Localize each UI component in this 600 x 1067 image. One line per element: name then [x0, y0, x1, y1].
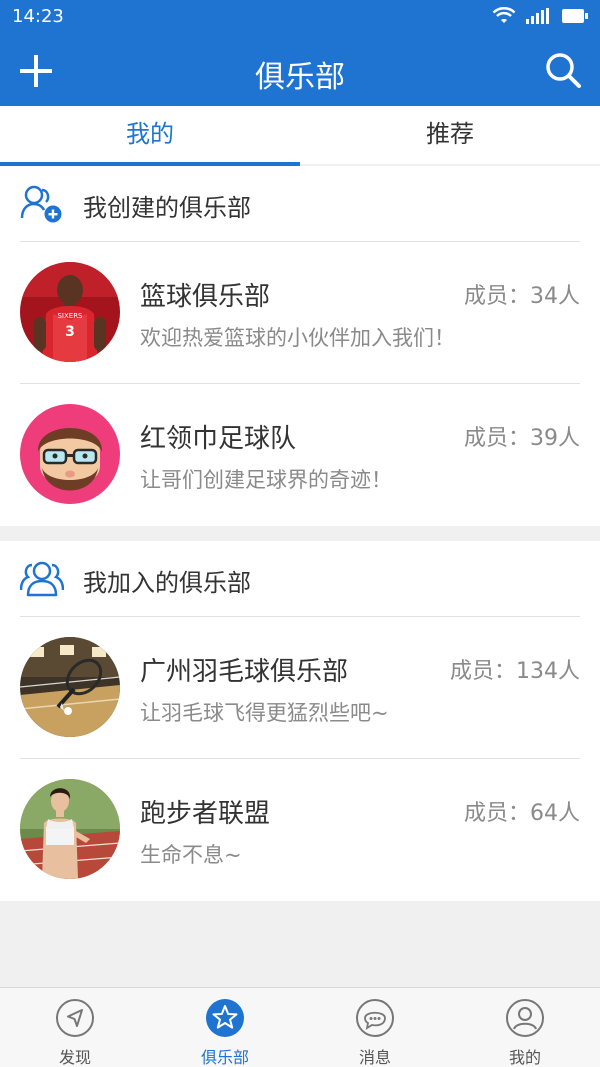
member-count: 成员：34人: [464, 284, 580, 309]
section-title: 我创建的俱乐部: [83, 194, 251, 222]
member-count: 成员：39人: [464, 426, 580, 451]
club-description: 让羽毛球飞得更猛烈些吧~: [140, 701, 389, 725]
battery-icon: [562, 9, 588, 23]
club-item[interactable]: 红领巾足球队 成员：39人 让哥们创建足球界的奇迹！: [20, 384, 580, 526]
tab-bar: 我的 推荐: [0, 106, 600, 166]
status-bar: 14:23: [0, 0, 600, 34]
section-header: 我创建的俱乐部: [20, 166, 580, 242]
club-avatar: [20, 637, 120, 737]
club-name: 跑步者联盟: [140, 799, 271, 829]
group-icon: [20, 561, 64, 597]
status-icons: [492, 7, 588, 25]
club-name: 篮球俱乐部: [140, 282, 271, 312]
user-icon: [506, 999, 544, 1037]
star-icon: [206, 999, 244, 1037]
tabbar-label: 消息: [358, 1048, 391, 1067]
club-item[interactable]: 广州羽毛球俱乐部 成员：134人 让羽毛球飞得更猛烈些吧~: [20, 617, 580, 759]
search-icon[interactable]: [544, 51, 582, 89]
tabbar-item-clubs[interactable]: 俱乐部: [150, 988, 300, 1067]
page-title: 俱乐部: [255, 60, 345, 95]
tabbar-item-messages[interactable]: 消息: [300, 988, 450, 1067]
tab-recommend[interactable]: 推荐: [300, 106, 600, 164]
tab-mine[interactable]: 我的: [0, 106, 300, 166]
club-avatar: [20, 779, 120, 879]
section-title: 我加入的俱乐部: [83, 569, 251, 597]
created-clubs-section: 我创建的俱乐部 SIXERS 3 篮球俱乐部 成员：34人 欢迎热爱篮球的小伙伴…: [0, 166, 600, 526]
svg-text:3: 3: [65, 324, 75, 340]
member-count: 成员：134人: [450, 659, 580, 684]
club-description: 让哥们创建足球界的奇迹！: [140, 468, 392, 492]
bottom-tab-bar: 发现 俱乐部 消息 我的: [0, 987, 600, 1067]
club-item[interactable]: SIXERS 3 篮球俱乐部 成员：34人 欢迎热爱篮球的小伙伴加入我们！: [20, 242, 580, 384]
wifi-icon: [492, 7, 516, 23]
club-name: 广州羽毛球俱乐部: [140, 657, 349, 687]
tabbar-item-me[interactable]: 我的: [450, 988, 600, 1067]
status-time: 14:23: [12, 6, 64, 27]
club-description: 欢迎热爱篮球的小伙伴加入我们！: [140, 326, 455, 350]
section-header: 我加入的俱乐部: [20, 541, 580, 617]
tabbar-item-discover[interactable]: 发现: [0, 988, 150, 1067]
tabbar-label: 我的: [508, 1048, 541, 1067]
signal-icon: [526, 8, 549, 24]
compass-icon: [56, 999, 94, 1037]
club-item[interactable]: 跑步者联盟 成员：64人 生命不息~: [20, 759, 580, 901]
svg-text:SIXERS: SIXERS: [57, 312, 83, 320]
tabbar-label: 发现: [58, 1048, 91, 1067]
chat-icon: [356, 999, 394, 1037]
club-name: 红领巾足球队: [140, 424, 297, 454]
add-user-icon: [20, 185, 62, 223]
tabbar-label: 俱乐部: [200, 1048, 249, 1067]
club-avatar: SIXERS 3: [20, 262, 120, 362]
app-header: 俱乐部: [0, 34, 600, 106]
joined-clubs-section: 我加入的俱乐部 广州羽毛球俱乐部 成员：134人 让羽毛球飞得更猛烈些吧~ 跑步…: [0, 541, 600, 901]
club-avatar: [20, 404, 120, 504]
club-description: 生命不息~: [140, 843, 242, 867]
member-count: 成员：64人: [464, 801, 580, 826]
